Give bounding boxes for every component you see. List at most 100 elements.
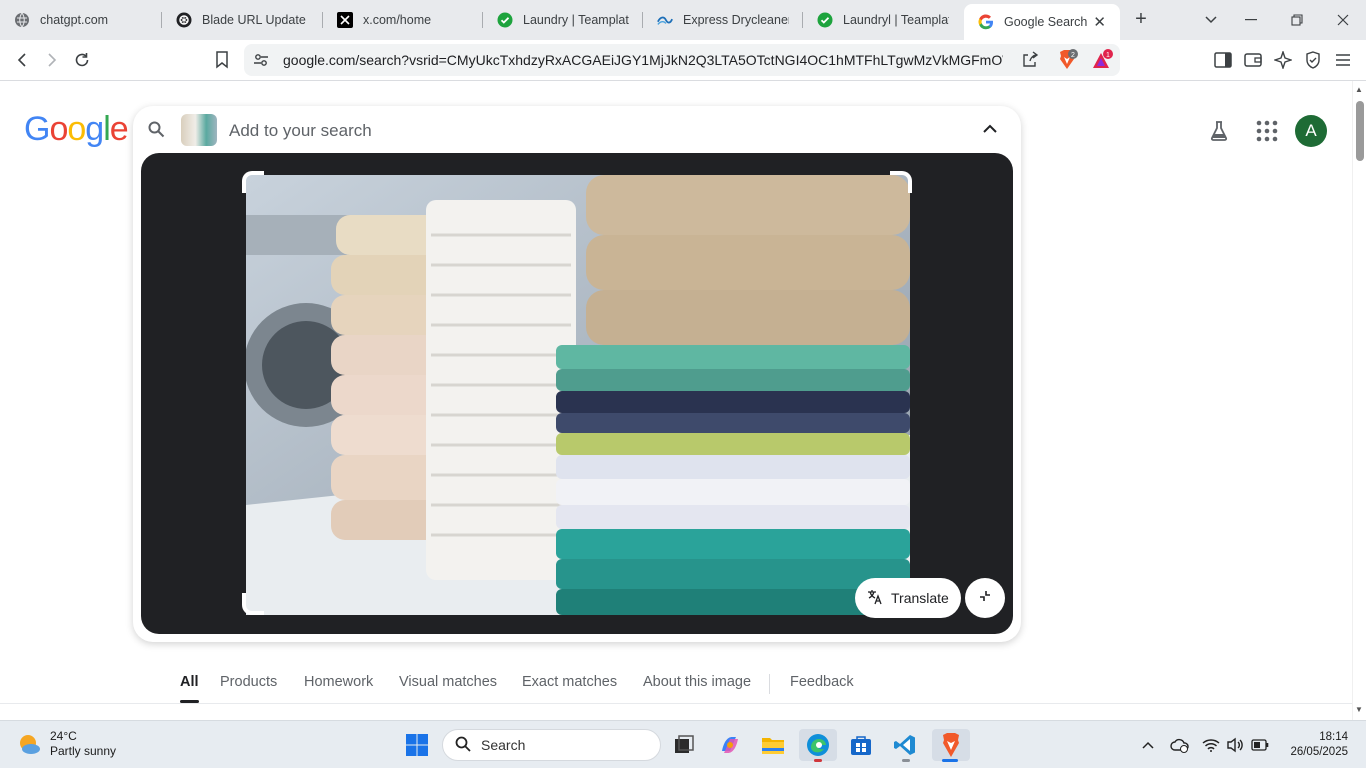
file-explorer-icon[interactable]	[757, 729, 789, 761]
partly-sunny-icon	[16, 731, 42, 757]
leo-ai-icon[interactable]	[1271, 48, 1295, 72]
google-g-icon	[978, 14, 994, 30]
tab-products[interactable]: Products	[220, 674, 277, 690]
vscode-icon[interactable]	[889, 729, 921, 761]
tab-divider	[769, 674, 770, 694]
account-avatar[interactable]: A	[1295, 115, 1327, 147]
edge-browser-icon[interactable]	[799, 729, 837, 761]
image-viewer: Translate	[141, 153, 1013, 634]
crop-handle-bottom-left[interactable]	[242, 593, 264, 615]
scrollbar-thumb[interactable]	[1356, 101, 1364, 161]
search-icon	[147, 120, 165, 138]
google-apps-icon[interactable]	[1256, 120, 1278, 142]
tab-homework[interactable]: Homework	[304, 674, 373, 690]
back-icon[interactable]	[10, 48, 34, 72]
vpn-shield-icon[interactable]	[1301, 48, 1325, 72]
brave-rewards-icon[interactable]: 1	[1091, 49, 1115, 76]
tab-exact-matches[interactable]: Exact matches	[522, 674, 617, 690]
close-tab-icon[interactable]: ✕	[1093, 13, 1106, 31]
wave-logo-icon	[657, 12, 673, 28]
tab-title: Laundryl | Teamplate	[843, 13, 949, 27]
site-settings-icon[interactable]	[253, 52, 269, 73]
wifi-icon[interactable]	[1201, 735, 1221, 755]
system-clock[interactable]: 18:14 26/05/2025	[1290, 730, 1348, 760]
tab-laundryl-teamplate[interactable]: Laundryl | Teamplate	[803, 0, 963, 40]
search-card: Add to your search Translate	[133, 106, 1021, 642]
new-tab-icon[interactable]: +	[1130, 8, 1152, 30]
tab-blade-url-update[interactable]: Blade URL Update	[162, 0, 323, 40]
share-icon[interactable]	[1021, 51, 1039, 74]
crop-handle-top-right[interactable]	[890, 171, 912, 193]
clock-time: 18:14	[1319, 731, 1348, 743]
check-circle-icon	[817, 12, 833, 28]
bookmark-icon[interactable]	[210, 48, 234, 72]
forward-icon[interactable]	[40, 48, 64, 72]
windows-start-icon[interactable]	[401, 729, 433, 761]
show-hidden-icons-chevron-icon[interactable]	[1138, 735, 1158, 755]
search-image-thumbnail[interactable]	[181, 114, 217, 146]
tab-express-drycleaners[interactable]: Express Drycleaners	[643, 0, 803, 40]
collapse-button[interactable]	[965, 578, 1005, 618]
address-bar[interactable]: google.com/search?vsrid=CMyUkcTxhdzyRxAC…	[244, 44, 1120, 76]
feedback-link[interactable]: Feedback	[790, 674, 854, 690]
weather-condition: Partly sunny	[50, 744, 117, 758]
browser-tab-bar: chatgpt.com Blade URL Update x.com/home …	[0, 0, 1366, 40]
weather-widget[interactable]: 24°C Partly sunny	[16, 729, 116, 759]
google-logo[interactable]: Google	[24, 110, 129, 149]
svg-text:2: 2	[1071, 52, 1075, 59]
tab-laundry-teamplate[interactable]: Laundry | Teamplate	[483, 0, 643, 40]
collapse-icon	[978, 589, 992, 608]
onedrive-cloud-icon[interactable]	[1170, 735, 1190, 755]
tab-x-home[interactable]: x.com/home	[323, 0, 483, 40]
scroll-up-arrow-icon[interactable]: ▲	[1355, 85, 1363, 94]
taskbar-search[interactable]: Search	[442, 729, 661, 761]
tab-visual-matches[interactable]: Visual matches	[399, 674, 497, 690]
brave-shields-icon[interactable]: 2	[1057, 49, 1079, 76]
taskbar-search-label: Search	[481, 737, 526, 753]
check-circle-icon	[497, 12, 513, 28]
url-text: google.com/search?vsrid=CMyUkcTxhdzyRxAC…	[283, 52, 1003, 68]
tab-title: Google Search	[1004, 15, 1088, 29]
tab-all[interactable]: All	[180, 674, 199, 703]
browser-toolbar: google.com/search?vsrid=CMyUkcTxhdzyRxAC…	[0, 40, 1366, 81]
minimize-icon[interactable]	[1239, 8, 1263, 32]
page-scrollbar[interactable]: ▲ ▼	[1352, 81, 1366, 720]
tab-title: x.com/home	[363, 13, 432, 27]
volume-icon[interactable]	[1225, 735, 1245, 755]
laundry-towels-image[interactable]	[246, 175, 910, 615]
copilot-icon[interactable]	[714, 729, 746, 761]
tab-about-this-image[interactable]: About this image	[643, 674, 751, 690]
brave-browser-icon[interactable]	[932, 729, 970, 761]
reload-icon[interactable]	[70, 48, 94, 72]
tab-title: Laundry | Teamplate	[523, 13, 629, 27]
result-tabs: All Products Homework Visual matches Exa…	[0, 662, 1352, 704]
scroll-down-arrow-icon[interactable]: ▼	[1355, 705, 1363, 714]
sidebar-toggle-icon[interactable]	[1211, 48, 1235, 72]
clock-date: 26/05/2025	[1290, 746, 1348, 758]
openai-icon	[176, 12, 192, 28]
tab-chatgpt[interactable]: chatgpt.com	[0, 0, 162, 40]
task-view-icon[interactable]	[668, 729, 700, 761]
close-window-icon[interactable]	[1331, 8, 1355, 32]
translate-label: Translate	[891, 590, 949, 606]
crop-handle-top-left[interactable]	[242, 171, 264, 193]
wallet-icon[interactable]	[1241, 48, 1265, 72]
battery-icon[interactable]	[1250, 735, 1270, 755]
edge-running-indicator	[814, 759, 822, 762]
translate-icon	[867, 589, 883, 608]
restore-icon[interactable]	[1285, 8, 1309, 32]
microsoft-store-icon[interactable]	[845, 729, 877, 761]
search-icon	[455, 736, 471, 755]
search-input[interactable]: Add to your search	[229, 121, 372, 141]
tab-title: Express Drycleaners	[683, 13, 789, 27]
x-logo-icon	[337, 12, 353, 28]
globe-icon	[14, 12, 30, 28]
temperature: 24°C	[50, 729, 77, 743]
chevron-up-icon[interactable]	[981, 120, 999, 138]
tab-title: chatgpt.com	[40, 13, 109, 27]
tab-list-chevron-icon[interactable]	[1199, 8, 1223, 32]
labs-flask-icon[interactable]	[1207, 119, 1231, 143]
tab-google-search[interactable]: Google Search ✕	[964, 4, 1120, 40]
menu-icon[interactable]	[1331, 48, 1355, 72]
translate-button[interactable]: Translate	[855, 578, 961, 618]
